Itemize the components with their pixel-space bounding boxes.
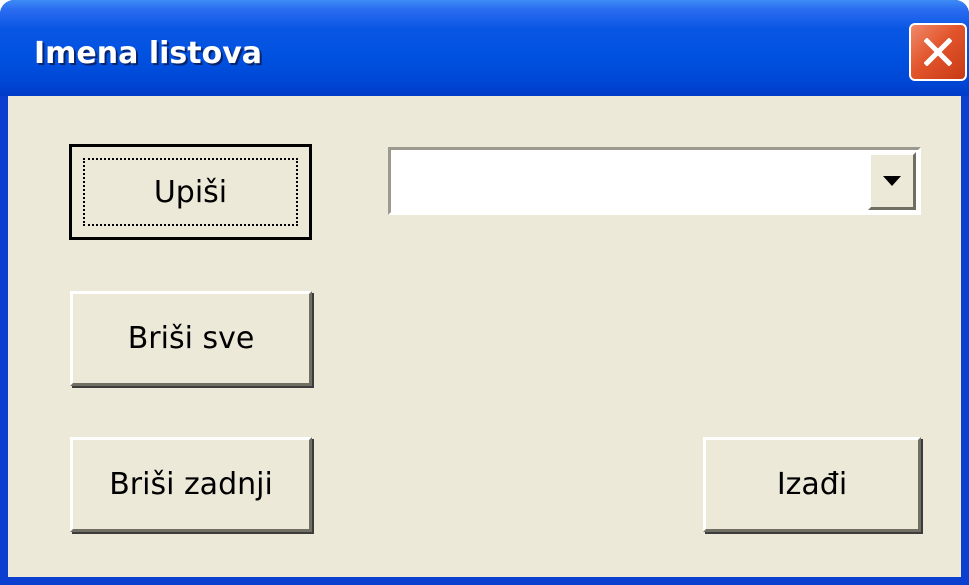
- brisi-zadnji-button-label: Briši zadnji: [109, 467, 273, 502]
- brisi-sve-button[interactable]: Briši sve: [70, 291, 312, 386]
- izadi-button[interactable]: Izađi: [703, 437, 921, 532]
- brisi-sve-button-label: Briši sve: [127, 321, 255, 356]
- brisi-zadnji-button[interactable]: Briši zadnji: [70, 437, 312, 532]
- upisi-button[interactable]: Upiši: [69, 144, 312, 240]
- combobox-dropdown-button[interactable]: [868, 152, 916, 210]
- dialog-body: Upiši Briši sve Briši zadnji Izađi: [8, 96, 961, 577]
- dialog-window: Imena listova Upiši Briši sve Briši zadn…: [0, 0, 969, 585]
- dropdown-arrow-icon: [883, 176, 901, 186]
- close-icon: [924, 38, 952, 66]
- upisi-button-label: Upiši: [153, 174, 228, 210]
- sheet-names-combobox[interactable]: [388, 147, 921, 215]
- title-bar[interactable]: Imena listova: [0, 0, 969, 96]
- window-title: Imena listova: [34, 36, 262, 71]
- close-button[interactable]: [909, 23, 967, 81]
- izadi-button-label: Izađi: [776, 467, 848, 502]
